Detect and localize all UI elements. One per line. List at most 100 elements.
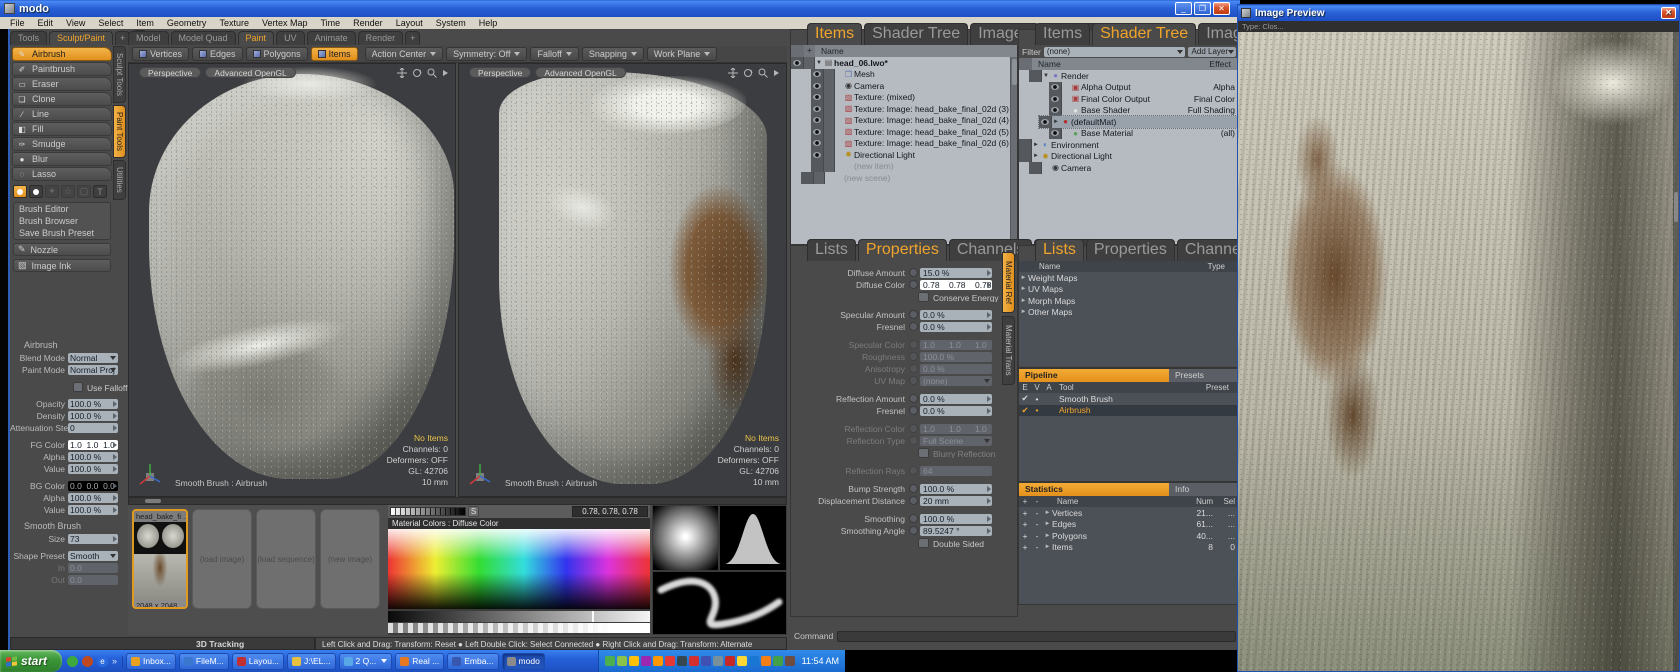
channel-dot-icon[interactable] (909, 268, 918, 277)
quick-launch-icon[interactable] (67, 656, 78, 667)
taskbar-window-button[interactable]: Layou... (232, 653, 284, 670)
pipeline-tool-row[interactable]: ✔ • Airbrush (1019, 405, 1239, 417)
start-button[interactable]: start (0, 650, 62, 672)
collapse-minus[interactable]: - (1031, 508, 1043, 518)
brush-tip-option[interactable]: ☆ (61, 185, 75, 198)
stone-mesh-right[interactable] (499, 72, 767, 484)
map-group-row[interactable]: ► UV Maps (1019, 284, 1239, 296)
menu-item[interactable]: System (436, 18, 466, 28)
item-row[interactable]: ▨ Texture: Image: head_bake_final_02d (5… (811, 126, 1017, 138)
section-label-smooth-brush[interactable]: Smooth Brush (24, 521, 128, 531)
material-side-tab[interactable]: Material Trans (1002, 316, 1015, 385)
mode-button[interactable]: Polygons (246, 47, 308, 61)
enabled-check[interactable]: ✔ (1019, 405, 1031, 416)
layout-tab[interactable]: Tools (10, 31, 47, 45)
property-field[interactable]: 100.0 % (68, 505, 118, 515)
quick-launch-icon[interactable] (82, 656, 93, 667)
hue-value-gradient[interactable] (388, 529, 650, 609)
collapse-minus[interactable]: - (1031, 542, 1043, 552)
layer-effect[interactable]: (all) (1221, 128, 1235, 138)
section-label-airbrush[interactable]: Airbrush (24, 340, 128, 350)
zoom-icon[interactable] (758, 68, 768, 78)
menu-item[interactable]: Vertex Map (262, 18, 308, 28)
paint-tool-button[interactable]: ● Blur (12, 152, 112, 166)
panel-tab[interactable]: Items (1035, 23, 1090, 45)
layer-effect[interactable]: Final Color (1194, 94, 1235, 104)
pan-icon[interactable] (397, 68, 407, 78)
property-field[interactable]: 100.0 % (68, 399, 118, 409)
visibility-cell[interactable] (1049, 93, 1062, 105)
property-field[interactable]: 73 (68, 534, 118, 544)
expand-plus[interactable]: + (1019, 508, 1031, 518)
image-thumbnail-selected[interactable]: head_bake_fi ... 2048 x 2048, ... (132, 509, 188, 609)
item-row[interactable]: ❒ Mesh (811, 69, 1017, 81)
taskbar-clock[interactable]: 11:54 AM (802, 656, 839, 666)
channel-dot-icon[interactable] (909, 394, 918, 403)
preview-scrollbar[interactable] (1673, 32, 1679, 671)
preview-titlebar[interactable]: Image Preview ✕ (1238, 5, 1679, 21)
image-slot-button[interactable]: (load image) (192, 509, 252, 609)
menu-item[interactable]: Render (353, 18, 383, 28)
visibility-cell[interactable] (811, 161, 824, 173)
tool-category-tab[interactable]: Sculpt Tools (113, 46, 126, 103)
expand-plus[interactable]: + (1019, 542, 1031, 552)
visibility-cell[interactable] (811, 138, 824, 150)
expand-arrow-icon[interactable]: ► (1032, 153, 1040, 159)
expand-arrow-icon[interactable]: ► (1019, 298, 1028, 304)
brush-tip-hard[interactable] (29, 185, 43, 198)
menu-item[interactable]: Help (479, 18, 498, 28)
layer-effect[interactable]: Alpha (1213, 82, 1235, 92)
panel-tab[interactable]: Lists (807, 239, 856, 261)
menu-item[interactable]: Layout (396, 18, 423, 28)
preview-close-button[interactable]: ✕ (1661, 7, 1676, 19)
property-field[interactable]: 100.0 % (68, 464, 118, 474)
expand-arrow-icon[interactable]: ► (1043, 510, 1052, 516)
taskbar-window-button[interactable]: Real ... (395, 653, 444, 670)
view-type-pill[interactable]: Perspective (469, 67, 531, 78)
shader-layer-row[interactable]: ◉ Camera (1029, 162, 1239, 174)
panel-tab[interactable]: Shader Tree (1092, 23, 1196, 45)
property-field[interactable]: 20 mm (920, 496, 992, 506)
channel-dot-icon[interactable] (909, 526, 918, 535)
channel-dot-icon[interactable] (909, 424, 918, 433)
timeline-slider[interactable] (128, 497, 787, 505)
visibility-cell[interactable] (1049, 128, 1062, 140)
taskbar-window-button[interactable]: modo (502, 653, 545, 670)
expand-arrow-icon[interactable]: ► (1032, 142, 1040, 148)
channel-dot-icon[interactable] (909, 280, 918, 289)
channel-dot-icon[interactable] (909, 352, 918, 361)
property-field[interactable]: 1.0 1.0 1.0 (68, 440, 118, 450)
rotate-icon[interactable] (412, 68, 422, 78)
pipeline-title[interactable]: Pipeline (1019, 369, 1169, 382)
channel-dot-icon[interactable] (909, 376, 918, 385)
image-slot-button[interactable]: (new image) (320, 509, 380, 609)
tool-category-tab[interactable]: Paint Tools (113, 105, 126, 158)
brush-command[interactable]: Brush Editor (14, 203, 110, 215)
zoom-icon[interactable] (427, 68, 437, 78)
expand-plus[interactable]: + (1019, 531, 1031, 541)
tray-icon[interactable] (713, 656, 723, 666)
channel-dot-icon[interactable] (909, 310, 918, 319)
expand-arrow-icon[interactable]: ► (1043, 533, 1052, 539)
toolbar-dropdown[interactable]: Snapping (582, 47, 644, 61)
tray-icon[interactable] (641, 656, 651, 666)
rotate-icon[interactable] (743, 68, 753, 78)
visibility-cell[interactable] (1029, 70, 1042, 82)
taskbar-window-button[interactable]: FileM... (179, 653, 229, 670)
property-field[interactable]: 100.0 % (68, 493, 118, 503)
property-field[interactable]: 1.0 1.0 1.0 (920, 424, 992, 434)
preview-toolbar[interactable]: Type: Clos... (1238, 21, 1679, 32)
menu-item[interactable]: Edit (38, 18, 54, 28)
command-input[interactable] (837, 631, 1236, 642)
nozzle-button[interactable]: ✎ Nozzle (13, 243, 111, 256)
value-marker[interactable] (592, 611, 594, 622)
menu-item[interactable]: Item (136, 18, 154, 28)
visibility-cell[interactable] (1049, 105, 1062, 117)
channel-dot-icon[interactable] (909, 436, 918, 445)
channel-dot-icon[interactable] (909, 496, 918, 505)
nozzle-button[interactable]: ▨ Image Ink (13, 259, 111, 272)
brush-tip-soft[interactable] (13, 185, 27, 198)
property-field[interactable]: 64 (920, 466, 992, 476)
tray-icon[interactable] (761, 656, 771, 666)
alpha-bar[interactable] (388, 622, 650, 633)
